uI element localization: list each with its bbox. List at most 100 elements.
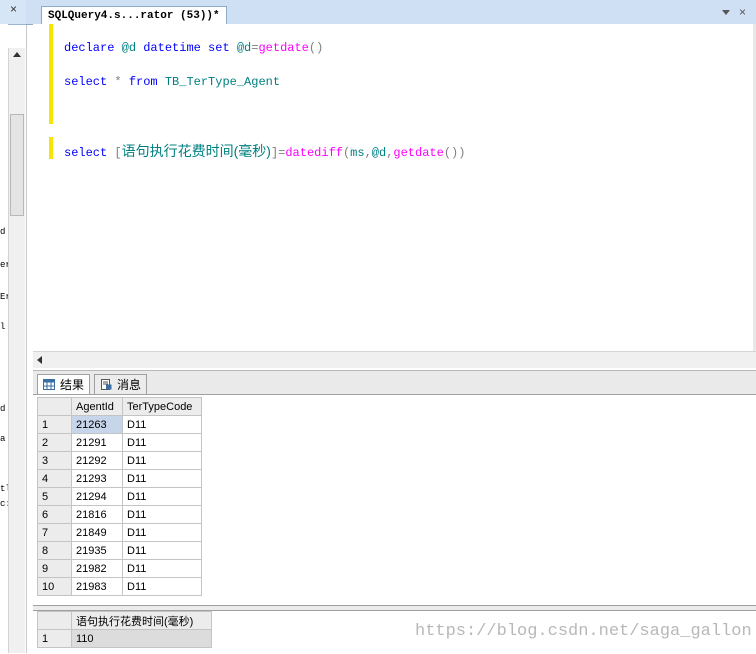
- close-tab-icon[interactable]: ×: [739, 5, 746, 19]
- grid-header-row: AgentId TerTypeCode: [37, 397, 202, 416]
- tree-fragment: d: [0, 404, 6, 414]
- editor-tab-strip: SQLQuery4.s...rator (53))* ×: [26, 0, 756, 25]
- table-row[interactable]: 5 21294 D11: [37, 487, 202, 506]
- table-name: TB_TerType_Agent: [164, 75, 281, 89]
- grid-cell[interactable]: D11: [122, 541, 202, 560]
- code-line-declare[interactable]: declare @d datetime set @d=getdate(): [64, 41, 323, 55]
- grid-cell[interactable]: D11: [122, 559, 202, 578]
- change-marker: [49, 24, 53, 124]
- operator: ,: [364, 146, 372, 160]
- row-number[interactable]: 8: [37, 541, 72, 560]
- table-row[interactable]: 3 21292 D11: [37, 451, 202, 470]
- result-grid-1[interactable]: AgentId TerTypeCode 1 21263 D11 2 21291 …: [37, 397, 202, 596]
- grid-cell[interactable]: D11: [122, 433, 202, 452]
- result-grid-2[interactable]: 语句执行花费时间(毫秒) 1 110: [37, 611, 212, 648]
- grid-cell[interactable]: 21292: [71, 451, 123, 470]
- row-number[interactable]: 1: [37, 415, 72, 434]
- grid-cell[interactable]: D11: [122, 415, 202, 434]
- function-name: datediff: [285, 146, 343, 160]
- tree-fragment: l: [0, 322, 6, 332]
- keyword: datetime: [143, 41, 201, 55]
- grid-cell[interactable]: 21291: [71, 433, 123, 452]
- argument: ms: [350, 146, 365, 160]
- column-alias: 语句执行花费时间(毫秒): [121, 143, 271, 159]
- table-row[interactable]: 10 21983 D11: [37, 577, 202, 596]
- table-row[interactable]: 6 21816 D11: [37, 505, 202, 524]
- close-icon[interactable]: ×: [10, 2, 17, 16]
- scroll-left-icon[interactable]: [37, 356, 42, 364]
- query-editor[interactable]: declare @d datetime set @d=getdate() sel…: [33, 24, 756, 351]
- object-explorer-tree: d er Er l d a tl c:: [0, 24, 11, 653]
- keyword: select: [64, 75, 108, 89]
- column-header-tertypecode[interactable]: TerTypeCode: [122, 397, 202, 416]
- tree-fragment: d: [0, 227, 6, 237]
- grid-cell[interactable]: D11: [122, 505, 202, 524]
- grid-cell[interactable]: D11: [122, 487, 202, 506]
- function-name: getdate: [393, 146, 444, 160]
- tab-results-label: 结果: [60, 378, 85, 392]
- tab-list-dropdown-icon[interactable]: [722, 10, 730, 15]
- tab-sqlquery4[interactable]: SQLQuery4.s...rator (53))*: [41, 6, 227, 25]
- grid-cell[interactable]: 21983: [71, 577, 123, 596]
- table-row[interactable]: 1 21263 D11: [37, 415, 202, 434]
- table-row[interactable]: 8 21935 D11: [37, 541, 202, 560]
- grid-cell[interactable]: 21293: [71, 469, 123, 488]
- table-row[interactable]: 1 110: [37, 629, 212, 648]
- column-header-agentid[interactable]: AgentId: [71, 397, 123, 416]
- grid-cell[interactable]: D11: [122, 469, 202, 488]
- table-row[interactable]: 9 21982 D11: [37, 559, 202, 578]
- grid-cell[interactable]: 21816: [71, 505, 123, 524]
- grid-cell[interactable]: 21935: [71, 541, 123, 560]
- row-number[interactable]: 6: [37, 505, 72, 524]
- row-number[interactable]: 2: [37, 433, 72, 452]
- table-row[interactable]: 4 21293 D11: [37, 469, 202, 488]
- grid-cell[interactable]: 21294: [71, 487, 123, 506]
- row-number[interactable]: 9: [37, 559, 72, 578]
- operator: ()): [443, 146, 466, 160]
- tab-messages[interactable]: 消息: [94, 374, 148, 395]
- keyword: declare: [64, 41, 115, 55]
- editor-gutter: [33, 24, 47, 351]
- table-row[interactable]: 2 21291 D11: [37, 433, 202, 452]
- table-row[interactable]: 7 21849 D11: [37, 523, 202, 542]
- row-number[interactable]: 7: [37, 523, 72, 542]
- grid-cell[interactable]: 21263: [71, 415, 123, 434]
- grid-cell[interactable]: 21982: [71, 559, 123, 578]
- code-line-select[interactable]: select * from TB_TerType_Agent: [64, 75, 280, 89]
- grid-header-row: 语句执行花费时间(毫秒): [37, 611, 212, 630]
- tab-messages-label: 消息: [117, 378, 142, 392]
- scroll-up-icon[interactable]: [13, 52, 21, 57]
- row-number[interactable]: 1: [37, 629, 72, 648]
- watermark: https://blog.csdn.net/saga_gallon: [415, 622, 752, 641]
- operator: *: [114, 75, 122, 89]
- horizontal-scrollbar[interactable]: [33, 351, 756, 368]
- row-number[interactable]: 4: [37, 469, 72, 488]
- object-explorer-panel: × d er Er l d a tl c:: [0, 0, 27, 653]
- operator: [: [114, 146, 122, 160]
- column-header-elapsed-ms[interactable]: 语句执行花费时间(毫秒): [71, 611, 212, 630]
- function-name: getdate: [258, 41, 309, 55]
- code-line-datediff[interactable]: select [语句执行花费时间(毫秒)]=datediff(ms,@d,get…: [64, 141, 465, 161]
- grid-cell[interactable]: D11: [122, 577, 202, 596]
- grid-corner[interactable]: [37, 611, 72, 630]
- keyword: select: [64, 146, 108, 160]
- keyword: set: [208, 41, 230, 55]
- row-number[interactable]: 10: [37, 577, 72, 596]
- results-pane: AgentId TerTypeCode 1 21263 D11 2 21291 …: [33, 394, 756, 654]
- tree-fragment: a: [0, 434, 6, 444]
- grid-cell[interactable]: D11: [122, 523, 202, 542]
- scrollbar-thumb[interactable]: [10, 114, 24, 216]
- keyword: from: [128, 75, 158, 89]
- tab-results[interactable]: 结果: [37, 374, 91, 395]
- change-marker: [49, 137, 53, 159]
- operator: (): [308, 41, 324, 55]
- grid-cell[interactable]: 110: [71, 629, 212, 648]
- row-number[interactable]: 5: [37, 487, 72, 506]
- grid-icon: [43, 379, 55, 390]
- variable: @d: [236, 41, 252, 55]
- grid-cell[interactable]: 21849: [71, 523, 123, 542]
- grid-cell[interactable]: D11: [122, 451, 202, 470]
- row-number[interactable]: 3: [37, 451, 72, 470]
- grid-corner[interactable]: [37, 397, 72, 416]
- vertical-scrollbar[interactable]: [8, 48, 25, 653]
